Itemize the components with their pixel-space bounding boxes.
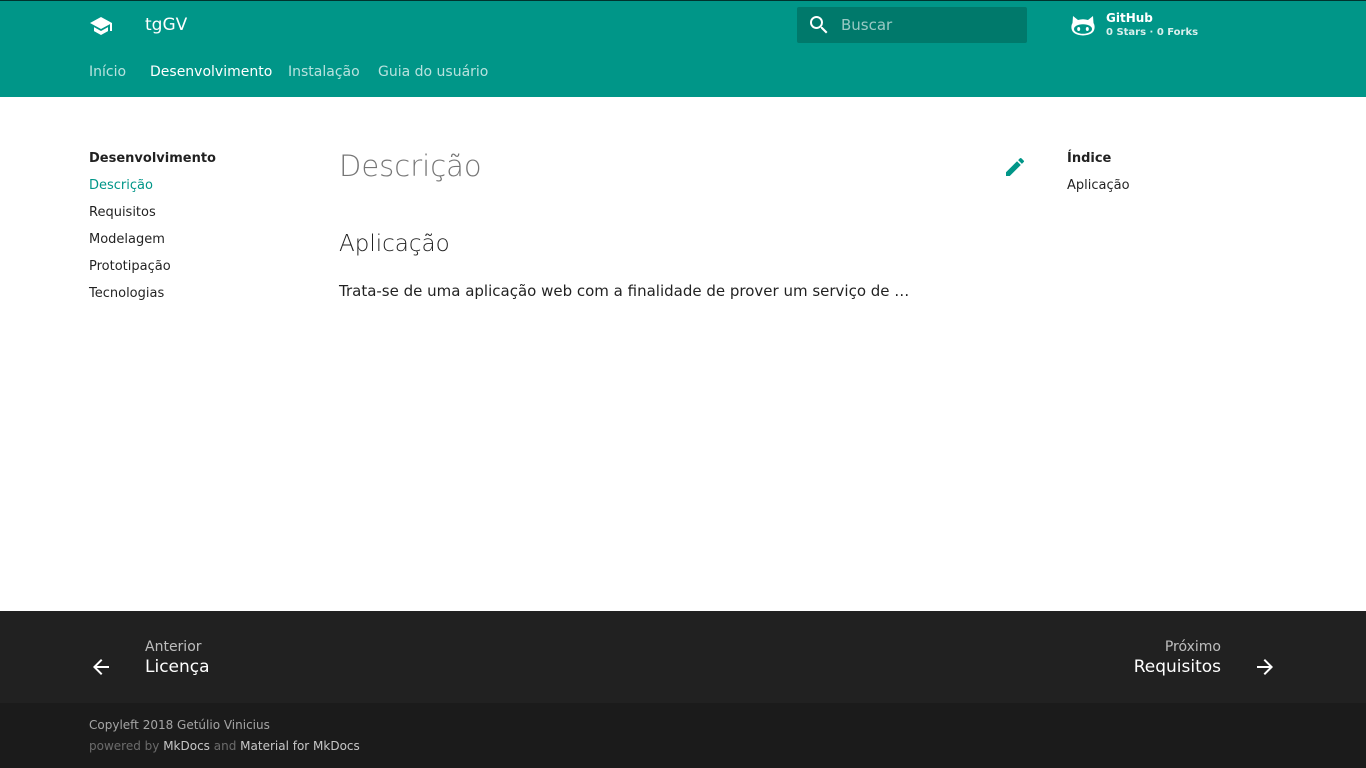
tab-guia-do-usuario[interactable]: Guia do usuário — [378, 64, 488, 80]
sidebar-item-descricao[interactable]: Descrição — [89, 178, 153, 193]
powered-by-prefix: powered by — [89, 739, 160, 753]
search-box[interactable] — [797, 7, 1027, 43]
search-icon — [810, 16, 828, 34]
section-heading: Aplicação — [339, 231, 450, 257]
next-page-link[interactable]: Próximo Requisitos — [1100, 635, 1280, 687]
repo-name: GitHub — [1106, 11, 1153, 25]
mkdocs-link[interactable]: MkDocs — [163, 739, 210, 753]
previous-page-title: Licença — [145, 657, 210, 677]
copyright-text: Copyleft 2018 Getúlio Vinicius — [89, 718, 270, 732]
footer-navigation: Anterior Licença Próximo Requisitos — [0, 611, 1366, 703]
site-header: tgGV GitHub 0 Stars · 0 Forks Início Des… — [0, 0, 1366, 97]
section-paragraph: Trata-se de uma aplicação web com a fina… — [339, 282, 910, 300]
github-repo-link[interactable]: GitHub 0 Stars · 0 Forks — [1070, 9, 1270, 43]
arrow-left-icon — [93, 659, 109, 675]
sidebar-item-prototipacao[interactable]: Prototipação — [89, 259, 171, 274]
site-title[interactable]: tgGV — [145, 15, 187, 35]
tab-desenvolvimento[interactable]: Desenvolvimento — [150, 64, 272, 80]
sidebar-item-requisitos[interactable]: Requisitos — [89, 205, 156, 220]
powered-by-text: powered by MkDocs and Material for MkDoc… — [89, 739, 360, 753]
previous-page-link[interactable]: Anterior Licença — [85, 635, 265, 687]
next-page-title: Requisitos — [1133, 657, 1221, 677]
search-input[interactable] — [841, 7, 1021, 43]
sidebar-item-tecnologias[interactable]: Tecnologias — [89, 286, 164, 301]
octocat-icon — [1071, 16, 1095, 36]
previous-direction-label: Anterior — [145, 639, 202, 655]
next-direction-label: Próximo — [1164, 639, 1221, 655]
header-top-border — [0, 0, 1366, 1]
material-for-mkdocs-link[interactable]: Material for MkDocs — [240, 739, 360, 753]
sidebar-item-modelagem[interactable]: Modelagem — [89, 232, 165, 247]
toc-item-aplicacao[interactable]: Aplicação — [1067, 178, 1130, 193]
footer-meta: Copyleft 2018 Getúlio Vinicius powered b… — [0, 703, 1366, 768]
page-title: Descrição — [339, 149, 482, 183]
tab-instalacao[interactable]: Instalação — [288, 64, 360, 80]
arrow-right-icon — [1257, 659, 1273, 675]
school-icon[interactable] — [89, 14, 113, 38]
repo-facts: 0 Stars · 0 Forks — [1106, 27, 1199, 38]
toc-title: Índice — [1067, 151, 1112, 166]
sidebar-title: Desenvolvimento — [89, 151, 216, 166]
powered-by-and: and — [213, 739, 237, 753]
tab-inicio[interactable]: Início — [89, 64, 126, 80]
edit-pencil-icon[interactable] — [1003, 155, 1027, 179]
